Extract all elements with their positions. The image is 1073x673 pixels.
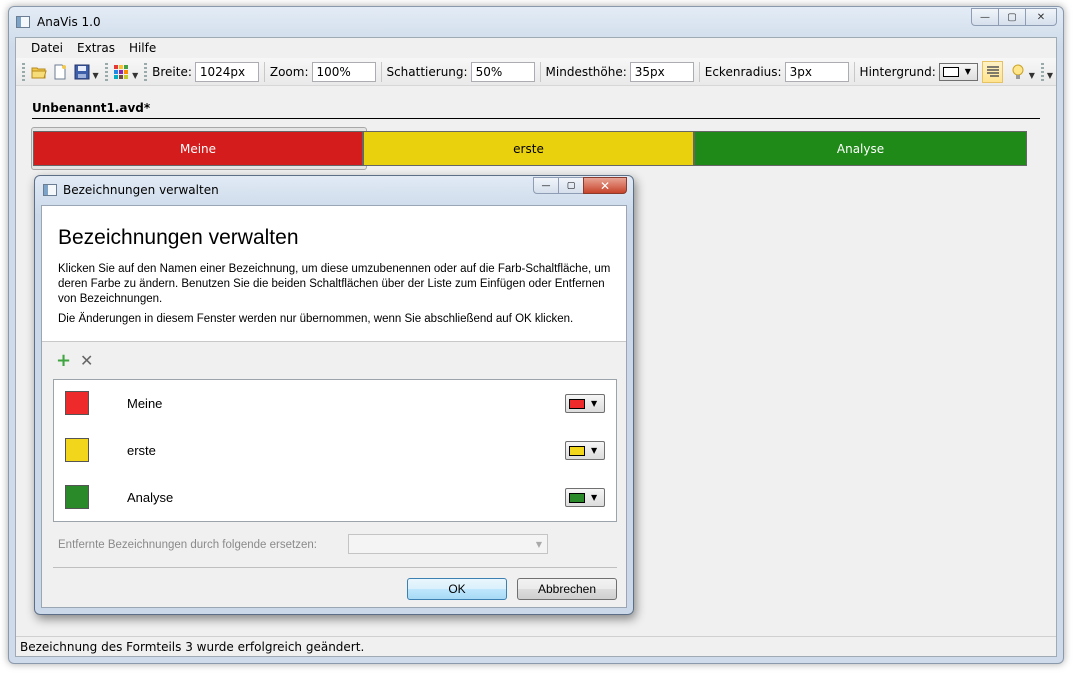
dialog-maximize-button[interactable]: ▢ <box>558 177 584 194</box>
breite-label: Breite: <box>152 64 192 79</box>
dialog-minimize-button[interactable]: — <box>533 177 559 194</box>
toolbar-grip[interactable] <box>1040 62 1044 81</box>
open-folder-icon[interactable] <box>30 63 48 81</box>
label-name[interactable]: Meine <box>127 396 162 411</box>
app-title: AnaVis 1.0 <box>37 15 101 29</box>
dialog-window-controls: — ▢ ✕ <box>533 177 627 194</box>
document-divider <box>32 118 1040 119</box>
background-color-swatch <box>942 66 959 77</box>
label-name[interactable]: erste <box>127 443 156 458</box>
mindesthoehe-input[interactable] <box>629 61 694 82</box>
legend-toggle-icon[interactable] <box>981 60 1004 83</box>
color-swatch <box>569 398 585 409</box>
color-picker-button[interactable]: ▼ <box>565 488 605 507</box>
color-grid-icon[interactable] <box>113 63 131 81</box>
toolbar: ▼ ▼ Breite: Zoom: Schattierung: Mindesth… <box>16 58 1056 86</box>
zoom-input[interactable] <box>311 61 376 82</box>
toolbar-separator <box>380 61 382 82</box>
toolbar-grip[interactable] <box>144 62 148 81</box>
remove-icon[interactable]: ✕ <box>80 353 93 369</box>
title-bar: AnaVis 1.0 — ▢ ✕ <box>9 7 1063 37</box>
list-item[interactable]: Meine ▼ <box>54 380 616 427</box>
color-picker-button[interactable]: ▼ <box>565 441 605 460</box>
cancel-button[interactable]: Abbrechen <box>517 578 617 600</box>
replace-select: ▼ <box>348 534 548 554</box>
toolbar-overflow-icon[interactable]: ▼ <box>1047 71 1053 80</box>
label-name[interactable]: Analyse <box>127 490 173 505</box>
schattierung-label: Schattierung: <box>386 64 468 79</box>
manage-labels-dialog: Bezeichnungen verwalten — ▢ ✕ Bezeichnun… <box>34 175 634 615</box>
dialog-heading: Bezeichnungen verwalten <box>58 226 299 249</box>
chevron-down-icon: ▼ <box>591 399 598 408</box>
new-document-icon[interactable] <box>51 63 69 81</box>
chevron-down-icon: ▼ <box>591 446 598 455</box>
labels-list: Meine ▼ erste ▼ Analyse ▼ <box>53 379 617 522</box>
dialog-divider <box>53 567 617 568</box>
maximize-button[interactable]: ▢ <box>998 8 1026 26</box>
dialog-title: Bezeichnungen verwalten <box>63 183 219 197</box>
label-color-swatch <box>65 391 89 415</box>
mindesthoehe-label: Mindesthöhe: <box>545 64 627 79</box>
dialog-note: Die Änderungen in diesem Fenster werden … <box>58 313 574 325</box>
menu-datei[interactable]: Datei <box>24 41 70 55</box>
save-icon[interactable] <box>73 63 91 81</box>
replace-label: Entfernte Bezeichnungen durch folgende e… <box>58 539 317 551</box>
dialog-icon <box>43 184 57 196</box>
window-controls: — ▢ ✕ <box>971 8 1057 26</box>
breite-input[interactable] <box>194 61 259 82</box>
dialog-close-button[interactable]: ✕ <box>583 177 627 194</box>
menu-extras[interactable]: Extras <box>70 41 122 55</box>
toolbar-overflow-icon[interactable]: ▼ <box>132 71 138 80</box>
bulb-icon[interactable] <box>1009 63 1027 81</box>
toolbar-overflow-icon[interactable]: ▼ <box>1029 71 1035 80</box>
zoom-label: Zoom: <box>269 64 309 79</box>
label-color-swatch <box>65 438 89 462</box>
eckenradius-label: Eckenradius: <box>704 64 782 79</box>
color-picker-button[interactable]: ▼ <box>565 394 605 413</box>
bar-meine[interactable]: Meine <box>33 131 363 166</box>
document-title: Unbenannt1.avd* <box>32 101 151 115</box>
chevron-down-icon: ▼ <box>535 540 542 549</box>
add-icon[interactable]: + <box>56 352 72 370</box>
chevron-down-icon: ▼ <box>964 67 971 76</box>
list-item[interactable]: erste ▼ <box>54 427 616 474</box>
schattierung-input[interactable] <box>470 61 535 82</box>
dialog-body: Bezeichnungen verwalten Klicken Sie auf … <box>41 205 627 608</box>
chevron-down-icon: ▼ <box>591 493 598 502</box>
list-item[interactable]: Analyse ▼ <box>54 474 616 521</box>
list-toolbar: + ✕ <box>56 352 93 370</box>
toolbar-separator <box>853 61 855 82</box>
toolbar-separator <box>539 61 541 82</box>
toolbar-grip[interactable] <box>22 62 25 81</box>
minimize-button[interactable]: — <box>971 8 999 26</box>
ok-button[interactable]: OK <box>407 578 507 600</box>
status-bar: Bezeichnung des Formteils 3 wurde erfolg… <box>16 636 1056 656</box>
toolbar-separator <box>263 61 265 82</box>
close-button[interactable]: ✕ <box>1025 8 1057 26</box>
label-color-swatch <box>65 485 89 509</box>
menu-bar: Datei Extras Hilfe <box>16 38 1056 58</box>
hintergrund-label: Hintergrund: <box>859 64 936 79</box>
bar-analyse[interactable]: Analyse <box>694 131 1027 166</box>
toolbar-overflow-icon[interactable]: ▼ <box>92 71 98 80</box>
eckenradius-input[interactable] <box>784 61 849 82</box>
toolbar-separator <box>698 61 700 82</box>
dialog-description: Klicken Sie auf den Namen einer Bezeichn… <box>58 263 611 305</box>
menu-hilfe[interactable]: Hilfe <box>122 41 163 55</box>
color-swatch <box>569 445 585 456</box>
background-color-picker[interactable]: ▼ <box>938 62 978 81</box>
app-icon <box>16 16 30 28</box>
toolbar-grip[interactable] <box>104 62 108 81</box>
color-swatch <box>569 492 585 503</box>
bar-erste[interactable]: erste <box>363 131 694 166</box>
dialog-header: Bezeichnungen verwalten Klicken Sie auf … <box>42 206 626 342</box>
